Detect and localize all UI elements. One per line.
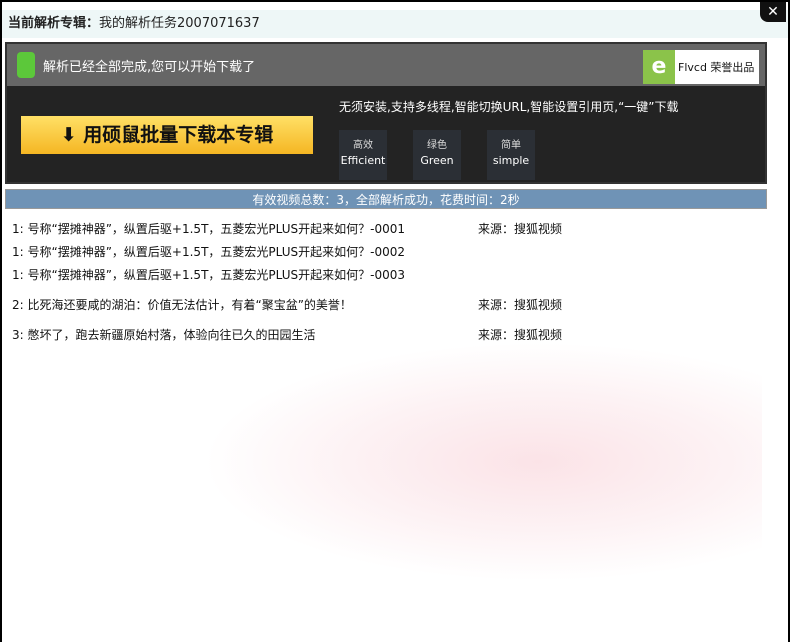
- download-banner: 解析已经全部完成,您可以开始下载了 e Flvcd 荣誉出品 ⬇ 用硕鼠批量下载本…: [5, 42, 767, 184]
- feature-cn: 高效: [353, 140, 373, 151]
- video-link[interactable]: 1: 号称“摆摊神器”，纵置后驱+1.5T，五菱宏光PLUS开起来如何？-000…: [12, 220, 405, 237]
- puzzle-icon: [17, 52, 35, 78]
- completion-message: 解析已经全部完成,您可以开始下载了: [43, 60, 256, 75]
- video-link[interactable]: 1: 号称“摆摊神器”，纵置后驱+1.5T，五菱宏光PLUS开起来如何？-000…: [12, 243, 405, 260]
- video-link[interactable]: 3: 憋坏了，跑去新疆原始村落，体验向往已久的田园生活: [12, 326, 316, 343]
- feature-green: 绿色 Green: [413, 130, 461, 180]
- feature-en: Green: [420, 154, 454, 167]
- dialog-window: 当前解析专辑：我的解析任务2007071637 ✕ 解析已经全部完成,您可以开始…: [2, 2, 788, 642]
- video-source: 来源：搜狐视频: [478, 222, 563, 236]
- batch-download-button[interactable]: ⬇ 用硕鼠批量下载本专辑: [21, 116, 313, 154]
- title-label: 当前解析专辑：: [8, 16, 100, 31]
- title-value: 我的解析任务2007071637: [99, 16, 260, 31]
- feature-cn: 简单: [501, 140, 521, 151]
- features-text: 无须安装,支持多线程,智能切换URL,智能设置引用页,“一键”下载: [339, 100, 679, 114]
- feature-efficient: 高效 Efficient: [339, 130, 387, 180]
- summary-bar: 有效视频总数：3，全部解析成功，花费时间：2秒: [5, 189, 767, 209]
- feature-simple: 简单 simple: [487, 130, 535, 180]
- feature-cn: 绿色: [427, 140, 447, 151]
- close-button[interactable]: ✕: [760, 2, 786, 22]
- video-source: 来源：搜狐视频: [478, 298, 563, 312]
- album-title: 当前解析专辑：我的解析任务2007071637: [2, 10, 788, 38]
- feature-en: Efficient: [340, 154, 386, 167]
- video-link[interactable]: 2: 比死海还要咸的湖泊：价值无法估计，有着“聚宝盆”的美誉！: [12, 296, 352, 313]
- feature-en: simple: [492, 154, 530, 167]
- video-link[interactable]: 1: 号称“摆摊神器”，纵置后驱+1.5T，五菱宏光PLUS开起来如何？-000…: [12, 266, 405, 283]
- flvcd-logo[interactable]: e Flvcd 荣誉出品: [643, 50, 759, 84]
- logo-text: Flvcd 荣誉出品: [678, 61, 755, 74]
- banner-header: 解析已经全部完成,您可以开始下载了 e Flvcd 荣誉出品: [7, 44, 765, 86]
- background-decoration: [202, 342, 762, 582]
- video-source: 来源：搜狐视频: [478, 328, 563, 342]
- flvcd-e-icon: e: [643, 50, 675, 84]
